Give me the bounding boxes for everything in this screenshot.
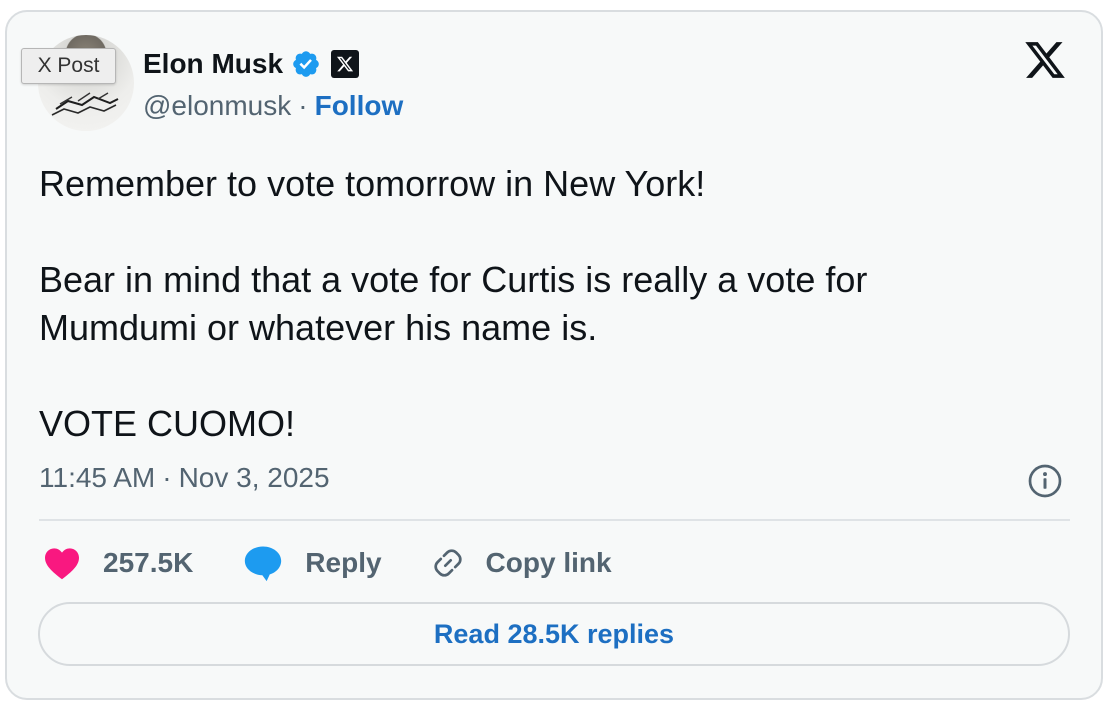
divider (39, 519, 1070, 521)
post-type-tooltip: X Post (21, 48, 116, 84)
copy-link-label: Copy link (485, 547, 612, 578)
handle-separator: · (298, 90, 308, 121)
post-text: Remember to vote tomorrow in New York! B… (39, 160, 1039, 448)
verified-badge-icon (293, 51, 319, 77)
x-logo-icon[interactable] (1022, 38, 1068, 82)
post-date: Nov 3, 2025 (178, 462, 330, 493)
reply-button[interactable]: Reply (243, 544, 382, 582)
follow-link[interactable]: Follow (315, 90, 404, 122)
like-count: 257.5K (103, 547, 194, 578)
timestamp-separator: · (162, 462, 172, 493)
heart-icon (45, 548, 79, 580)
post-actions: 257.5K Reply Copy link (43, 540, 612, 586)
author-name[interactable]: Elon Musk (143, 48, 283, 80)
post-time: 11:45 AM (39, 462, 156, 493)
post-text-line: Bear in mind that a vote for Curtis is r… (39, 259, 868, 348)
info-icon[interactable] (1027, 463, 1063, 499)
author-handle-row: @elonmusk · Follow (143, 90, 403, 122)
speech-bubble-icon (245, 546, 282, 582)
link-icon (433, 549, 462, 577)
read-replies-button[interactable]: Read 28.5K replies (38, 602, 1070, 666)
post-text-line: Remember to vote tomorrow in New York! (39, 163, 706, 204)
author-handle[interactable]: @elonmusk (143, 90, 291, 122)
author-name-row: Elon Musk (143, 45, 360, 83)
reply-label: Reply (305, 547, 382, 578)
post-text-line: VOTE CUOMO! (39, 403, 296, 444)
post-timestamp[interactable]: 11:45 AM · Nov 3, 2025 (39, 462, 330, 494)
x-affiliate-icon (331, 50, 360, 78)
copy-link-button[interactable]: Copy link (430, 545, 612, 581)
like-button[interactable]: 257.5K (43, 546, 193, 580)
